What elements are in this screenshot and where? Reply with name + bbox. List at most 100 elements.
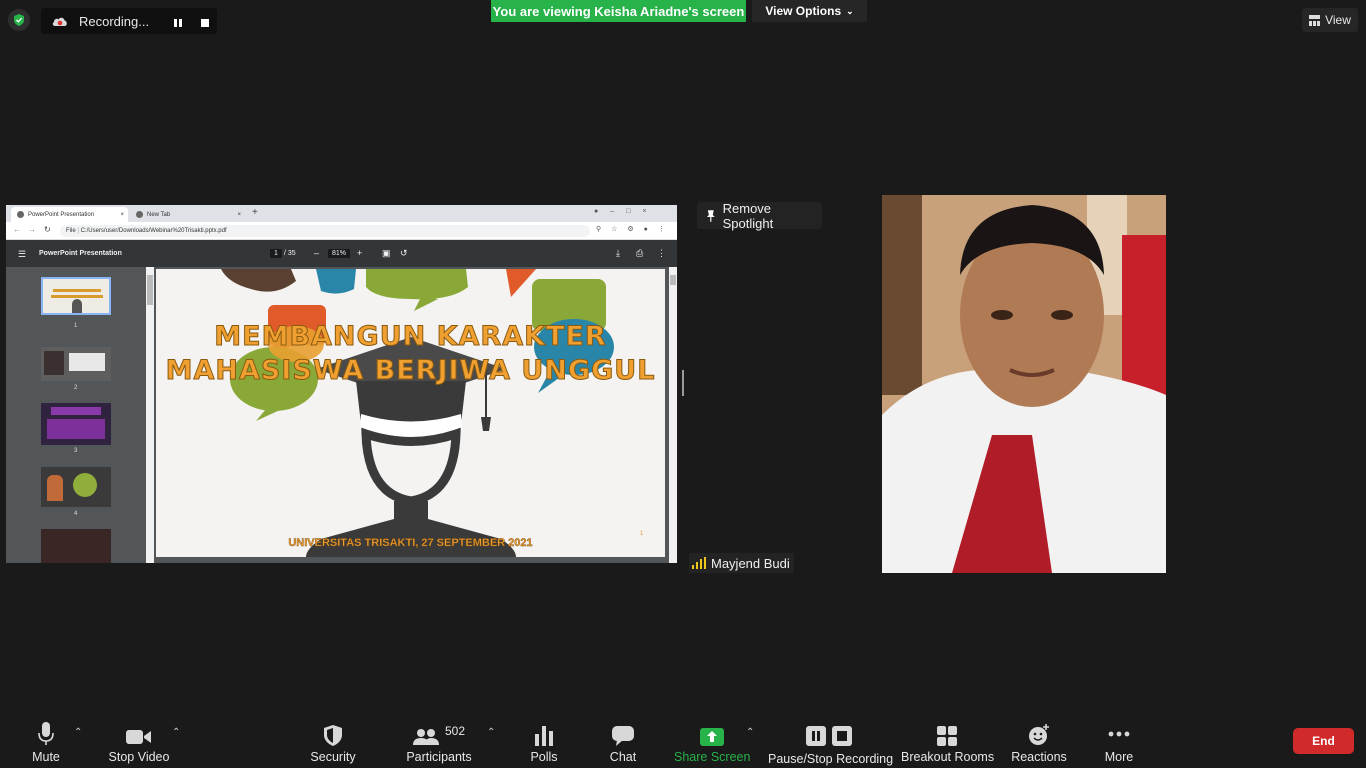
- participant-name-badge: Mayjend Budi: [689, 553, 794, 573]
- thumbnail-scrollbar[interactable]: [146, 267, 154, 563]
- back-icon[interactable]: ←: [13, 225, 21, 234]
- chat-button[interactable]: Chat: [603, 718, 643, 768]
- thumbnail-3[interactable]: [41, 403, 111, 445]
- mute-button[interactable]: Mute: [26, 718, 66, 768]
- thumbnail-5[interactable]: [41, 529, 111, 563]
- view-options-button[interactable]: View Options ⌄: [752, 0, 867, 22]
- signal-strength-icon: [692, 557, 706, 569]
- zoom-in-icon[interactable]: +: [357, 248, 362, 258]
- remove-spotlight-button[interactable]: Remove Spotlight: [697, 200, 822, 231]
- fit-page-icon[interactable]: ▣: [382, 248, 391, 259]
- slide-title-line1: MEMBANGUN KARAKTER: [214, 321, 607, 353]
- chrome-icon: [17, 211, 24, 218]
- more-dots-icon: [1108, 731, 1130, 737]
- share-screen-label: Share Screen: [674, 750, 751, 764]
- slide-page: MEMBANGUN KARAKTER MAHASISWA BERJIWA UNG…: [156, 269, 665, 557]
- recording-label: Recording...: [79, 13, 150, 29]
- video-options-caret[interactable]: ⌃: [172, 727, 180, 738]
- pause-recording-icon[interactable]: [173, 16, 183, 31]
- stop-video-button[interactable]: Stop Video: [103, 718, 175, 768]
- thumbnail-sidebar: 1 2 3 4: [6, 267, 146, 563]
- remove-spotlight-label: Remove Spotlight: [722, 200, 774, 231]
- reactions-button[interactable]: Reactions: [1010, 718, 1068, 768]
- thumbnail-number: 1: [74, 323, 78, 329]
- participant-name: Mayjend Budi: [711, 555, 790, 571]
- viewing-screen-banner: You are viewing Keisha Ariadne's screen: [491, 0, 746, 22]
- mute-options-caret[interactable]: ⌃: [74, 727, 82, 738]
- page-current-input[interactable]: 1: [270, 249, 282, 258]
- chat-icon: [612, 726, 634, 746]
- participant-count: 502: [444, 724, 466, 738]
- pause-icon: [806, 726, 826, 746]
- participants-label: Participants: [406, 750, 472, 764]
- browser-tab-label: New Tab: [147, 211, 171, 218]
- address-bar: ← → ↻ File | C:/Users/user/Downloads/Web…: [6, 222, 677, 240]
- browser-actions-icons[interactable]: ⚲☆⚙●⋮: [596, 225, 675, 233]
- forward-icon[interactable]: →: [28, 225, 36, 234]
- window-controls[interactable]: ●–□×: [594, 208, 658, 215]
- close-tab-icon[interactable]: ×: [120, 212, 124, 218]
- file-prefix: File: [66, 228, 76, 234]
- shared-screen[interactable]: PowerPoint Presentation × New Tab × + ●–…: [6, 205, 677, 563]
- url-field[interactable]: File | C:/Users/user/Downloads/Webinar%2…: [60, 225, 590, 237]
- close-tab-icon[interactable]: ×: [237, 212, 241, 218]
- chat-label: Chat: [609, 750, 637, 764]
- polls-label: Polls: [530, 750, 558, 764]
- end-meeting-button[interactable]: End: [1293, 728, 1354, 754]
- share-screen-icon: [700, 728, 724, 746]
- thumbnail-number: 2: [74, 385, 78, 391]
- thumbnail-2[interactable]: [41, 347, 111, 381]
- pause-stop-recording-label: Pause/Stop Recording: [768, 752, 894, 766]
- layout-resize-handle[interactable]: [682, 370, 684, 396]
- zoom-input[interactable]: 81%: [328, 249, 351, 258]
- rotate-icon[interactable]: ↺: [400, 248, 408, 259]
- page-total: / 35: [284, 250, 296, 257]
- security-button[interactable]: Security: [305, 718, 361, 768]
- recording-indicator: Recording...: [41, 8, 217, 34]
- slide-title-line2: MAHASISWA BERJIWA UNGGUL: [165, 355, 656, 387]
- polls-button[interactable]: Polls: [524, 718, 564, 768]
- mute-label: Mute: [32, 750, 60, 764]
- thumbnail-1[interactable]: [41, 277, 111, 315]
- participants-icon: [412, 729, 439, 745]
- menu-icon[interactable]: ☰: [18, 249, 26, 260]
- pdf-viewport: MEMBANGUN KARAKTER MAHASISWA BERJIWA UNG…: [154, 267, 669, 563]
- more-button[interactable]: More: [1098, 718, 1140, 768]
- spotlight-video[interactable]: [882, 195, 1166, 573]
- stop-recording-icon[interactable]: [200, 16, 210, 31]
- print-icon[interactable]: ⎙: [636, 248, 643, 259]
- thumbnail-4[interactable]: [41, 467, 111, 507]
- more-label: More: [1104, 750, 1134, 764]
- stop-icon: [832, 726, 852, 746]
- share-screen-button[interactable]: Share Screen: [674, 718, 750, 768]
- breakout-rooms-button[interactable]: Breakout Rooms: [901, 718, 994, 768]
- zoom-out-icon[interactable]: –: [314, 248, 319, 258]
- pdf-toolbar: ☰ PowerPoint Presentation 1 / 35 – 81% +…: [6, 240, 677, 267]
- slide-footer: UNIVERSITAS TRISAKTI, 27 SEPTEMBER 2021: [288, 537, 533, 549]
- polls-icon: [535, 726, 553, 746]
- reactions-icon: [1029, 724, 1049, 745]
- browser-tab-label: PowerPoint Presentation: [28, 211, 95, 218]
- security-shield-icon[interactable]: [8, 9, 30, 31]
- chrome-icon: [136, 211, 143, 218]
- url-text: C:/Users/user/Downloads/Webinar%20Trisak…: [80, 228, 227, 234]
- security-label: Security: [310, 750, 356, 764]
- pin-icon: [706, 209, 715, 222]
- view-options-label: View Options: [765, 4, 842, 18]
- new-tab-icon[interactable]: +: [252, 207, 258, 218]
- participants-button[interactable]: 502 Participants: [404, 718, 474, 768]
- participants-options-caret[interactable]: ⌃: [487, 727, 495, 738]
- slide-page-mark: 1: [640, 531, 644, 537]
- thumbnail-number: 4: [74, 511, 78, 517]
- download-icon[interactable]: ⤓: [616, 248, 620, 259]
- pause-stop-recording-button[interactable]: Pause/Stop Recording: [768, 718, 894, 768]
- reload-icon[interactable]: ↻: [44, 225, 51, 234]
- browser-tab-active[interactable]: PowerPoint Presentation ×: [11, 207, 128, 222]
- more-icon[interactable]: ⋮: [657, 248, 666, 259]
- view-button[interactable]: View: [1302, 8, 1358, 32]
- microphone-icon: [38, 722, 54, 745]
- browser-tab[interactable]: New Tab ×: [130, 207, 245, 222]
- breakout-rooms-icon: [937, 726, 957, 746]
- page-scrollbar[interactable]: [669, 267, 677, 563]
- share-options-caret[interactable]: ⌃: [746, 727, 754, 738]
